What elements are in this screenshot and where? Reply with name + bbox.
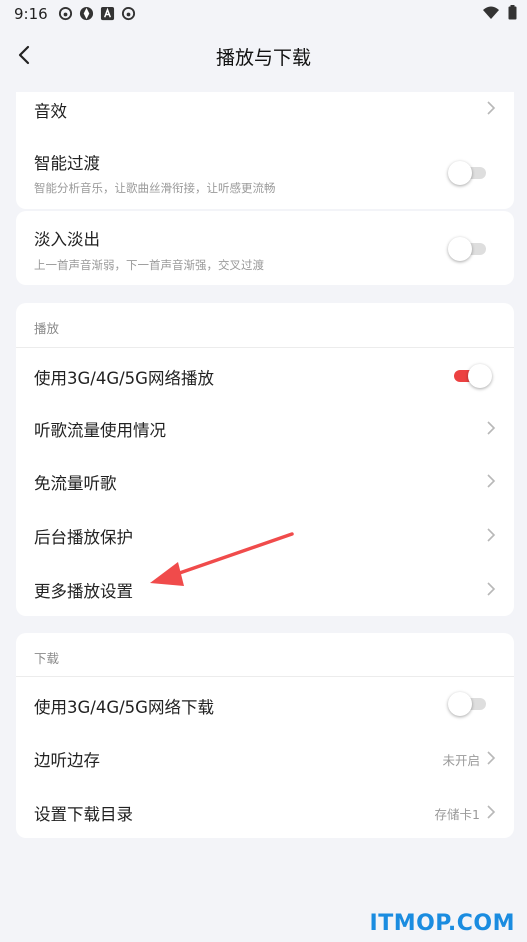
playback-card: 播放 使用3G/4G/5G网络播放 听歌流量使用情况 免流量听歌 后台播放保护 … (16, 303, 514, 616)
aperture-icon (79, 6, 94, 21)
background-protection-row[interactable]: 后台播放保护 (16, 508, 514, 561)
network-playback-label: 使用3G/4G/5G网络播放 (34, 369, 214, 388)
network-download-label: 使用3G/4G/5G网络下载 (34, 698, 214, 717)
download-directory-label: 设置下载目录 (34, 805, 133, 824)
chevron-right-icon (487, 751, 496, 765)
fade-label: 淡入淡出 (34, 230, 100, 249)
network-playback-toggle[interactable] (454, 364, 492, 388)
network-playback-row[interactable]: 使用3G/4G/5G网络播放 (16, 349, 514, 401)
background-protection-label: 后台播放保护 (34, 528, 133, 547)
listen-and-save-label: 边听边存 (34, 751, 100, 770)
battery-icon (508, 5, 517, 20)
fade-row[interactable]: 淡入淡出 上一首声音渐弱，下一首声音渐强，交叉过渡 (16, 211, 514, 285)
section-divider (16, 676, 514, 677)
download-directory-value: 存储卡1 (434, 807, 480, 822)
notification-icons (58, 6, 136, 21)
network-download-row[interactable]: 使用3G/4G/5G网络下载 (16, 678, 514, 731)
watermark: ITMOP.COM (369, 911, 515, 936)
toggle-knob (448, 692, 472, 716)
status-right (482, 5, 517, 20)
wifi-icon (483, 6, 499, 19)
network-download-toggle[interactable] (448, 692, 486, 716)
app-icon (100, 6, 115, 21)
toggle-knob (468, 364, 492, 388)
status-time: 9:16 (14, 5, 48, 23)
section-divider (16, 347, 514, 348)
free-data-label: 免流量听歌 (34, 474, 117, 493)
smart-transition-toggle[interactable] (448, 161, 486, 185)
data-usage-label: 听歌流量使用情况 (34, 421, 166, 440)
more-playback-settings-label: 更多播放设置 (34, 582, 133, 601)
download-directory-row[interactable]: 设置下载目录 存储卡1 (16, 784, 514, 837)
chevron-right-icon (487, 101, 496, 115)
fade-card: 淡入淡出 上一首声音渐弱，下一首声音渐强，交叉过渡 (16, 211, 514, 285)
download-card: 下载 使用3G/4G/5G网络下载 边听边存 未开启 设置下载目录 存储卡1 (16, 633, 514, 838)
chevron-right-icon (487, 805, 496, 819)
chevron-right-icon (487, 474, 496, 488)
smart-transition-label: 智能过渡 (34, 154, 100, 173)
smart-transition-row[interactable]: 智能过渡 智能分析音乐，让歌曲丝滑衔接，让听感更流畅 (16, 136, 514, 206)
app-header: 播放与下载 (0, 28, 527, 84)
sound-effect-row[interactable]: 音效 (16, 92, 514, 128)
listen-and-save-row[interactable]: 边听边存 未开启 (16, 731, 514, 784)
free-data-row[interactable]: 免流量听歌 (16, 454, 514, 508)
netease-music-icon-2 (121, 6, 136, 21)
download-section-label: 下载 (34, 651, 60, 666)
toggle-knob (448, 161, 472, 185)
page-title: 播放与下载 (215, 47, 311, 69)
chevron-right-icon (487, 528, 496, 542)
netease-music-icon (58, 6, 73, 21)
sound-settings-card: 音效 智能过渡 智能分析音乐，让歌曲丝滑衔接，让听感更流畅 (16, 92, 514, 209)
playback-section-label: 播放 (34, 321, 60, 336)
status-bar: 9:16 (0, 0, 527, 28)
listen-and-save-value: 未开启 (442, 753, 480, 768)
toggle-knob (448, 237, 472, 261)
chevron-right-icon (487, 582, 496, 596)
sound-effect-label: 音效 (34, 102, 67, 121)
chevron-right-icon (487, 421, 496, 435)
more-playback-settings-row[interactable]: 更多播放设置 (16, 561, 514, 614)
fade-description: 上一首声音渐弱，下一首声音渐强，交叉过渡 (34, 258, 264, 272)
fade-toggle[interactable] (448, 237, 486, 261)
data-usage-row[interactable]: 听歌流量使用情况 (16, 401, 514, 454)
smart-transition-description: 智能分析音乐，让歌曲丝滑衔接，让听感更流畅 (34, 181, 276, 195)
